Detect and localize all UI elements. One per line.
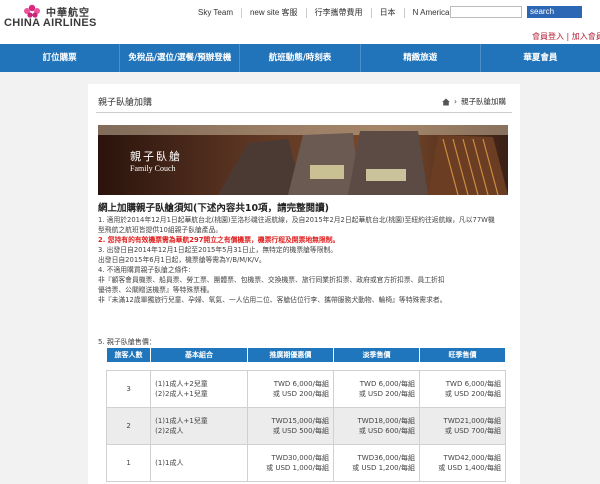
notice-line: 出發日自2015年6月1日起，機票艙等需為Y/B/M/K/V。 [98, 256, 266, 264]
family-couch-banner: 親子臥艙 Family Couch [98, 125, 508, 195]
table-row [107, 363, 506, 371]
price-usd: 或 USD 700/每組 [444, 427, 501, 435]
fees-label: 5. 親子臥艙售價： [98, 338, 156, 346]
content-panel: 親子臥艙加購 › 親子臥艙加購 親子臥艙 Family Couch 網上加購親子… [88, 84, 520, 484]
price-usd: 或 USD 200/每組 [444, 390, 501, 398]
table-header-row: 旅客人數 基本組合 推廣期優惠價 淡季售價 旺季售價 [105, 347, 507, 363]
home-icon[interactable] [442, 98, 450, 106]
price-twd: TWD 6,000/每組 [445, 380, 501, 388]
price-usd: 或 USD 1,200/每組 [352, 464, 415, 472]
nav-item-booking[interactable]: 訂位購票 [0, 44, 121, 72]
banner-title-english: Family Couch [130, 164, 176, 173]
price-usd: 或 USD 1,400/每組 [438, 464, 501, 472]
site-header: 中華航空 CHINA AIRLINES Sky Team new site 客服… [0, 0, 600, 44]
low-season-price-cell: TWD 6,000/每組 或 USD 200/每組 [332, 370, 420, 408]
notice-line: 4. 不適用購買親子臥艙之條件: [98, 266, 191, 274]
notice-line: 3. 出發日自2014年12月1日起至2015年5月31日止，無特定的機票艙等限… [98, 246, 338, 254]
baggage-fees-link[interactable]: 行李攜帶費用 [307, 8, 372, 18]
price-usd: 或 USD 200/每組 [272, 390, 329, 398]
high-season-price-cell: TWD42,000/每組 或 USD 1,400/每組 [418, 444, 507, 482]
china-airlines-logo[interactable]: 中華航空 CHINA AIRLINES [4, 4, 124, 36]
combo-line: (2)2成人 [155, 427, 184, 435]
nav-item-tours[interactable]: 精緻旅遊 [361, 44, 481, 72]
main-nav: 訂位購票 免稅品/選位/選餐/預辦登機 航班動態/時刻表 精緻旅遊 華夏會員 [0, 44, 600, 72]
notice-line: 型飛航之航班皆提供10組親子臥艙產品。 [98, 226, 223, 234]
notice-line: 非『未滿12歲單獨旅行兒童、孕婦、氧氣、一人佔用二位、客艙佔位行李、攜帶服務犬動… [98, 296, 447, 304]
column-header: 推廣期優惠價 [246, 347, 334, 363]
notice-line-highlight: 2. 您持有的有效機票需為華航297開立之有償機票，機票行程及開票地無限制。 [98, 236, 340, 244]
promo-price-cell: TWD 6,000/每組 或 USD 200/每組 [246, 370, 334, 408]
column-header: 基本組合 [150, 347, 248, 363]
price-usd: 或 USD 600/每組 [358, 427, 415, 435]
breadcrumb-separator-icon: › [454, 97, 457, 106]
search-input[interactable] [450, 6, 522, 18]
passenger-count-cell: 1 [105, 444, 152, 482]
promo-price-cell: TWD15,000/每組 或 USD 500/每組 [246, 407, 334, 445]
passenger-count-cell: 2 [105, 407, 152, 445]
nav-item-flight-status[interactable]: 航班動態/時刻表 [240, 44, 361, 72]
page-title: 親子臥艙加購 [98, 98, 153, 108]
logo-english-name: CHINA AIRLINES [4, 17, 97, 29]
table-row: 3 (1)1成人+2兒童 (2)2成人+1兒童 TWD 6,000/每組 或 U… [105, 370, 507, 408]
combo-line: (1)1成人 [155, 459, 184, 467]
plum-blossom-logo-icon [24, 4, 40, 18]
price-twd: TWD 6,000/每組 [359, 380, 415, 388]
combo-cell: (1)1成人+2兒童 (2)2成人+1兒童 [150, 370, 248, 408]
search-button[interactable]: search [527, 6, 582, 18]
notice-line: 1. 適用於2014年12月1日起華航台北(桃園)至洛杉磯往返航線，及自2015… [98, 216, 495, 224]
promo-price-cell: TWD30,000/每組 或 USD 1,000/每組 [246, 444, 334, 482]
price-twd: TWD36,000/每組 [357, 454, 415, 462]
high-season-price-cell: TWD 6,000/每組 或 USD 200/每組 [418, 370, 507, 408]
price-twd: TWD15,000/每組 [271, 417, 329, 425]
combo-line: (2)2成人+1兒童 [155, 390, 208, 398]
notice-list: 1. 適用於2014年12月1日起華航台北(桃園)至洛杉磯往返航線，及自2015… [98, 215, 510, 305]
combo-line: (1)1成人+2兒童 [155, 380, 208, 388]
column-header: 淡季售價 [332, 347, 420, 363]
low-season-price-cell: TWD18,000/每組 或 USD 600/每組 [332, 407, 420, 445]
price-twd: TWD42,000/每組 [443, 454, 501, 462]
japan-link[interactable]: 日本 [372, 8, 405, 18]
banner-title-chinese: 親子臥艙 [130, 150, 182, 163]
table-row: 2 (1)1成人+1兒童 (2)2成人 TWD15,000/每組 或 USD 5… [105, 407, 507, 445]
column-header: 旺季售價 [418, 347, 507, 363]
notice-line: 非『顧客會員機票、船員票、勞工票、團體票、包機票、交換機票、旅行同業折扣票、政府… [98, 276, 445, 284]
nav-item-services[interactable]: 免稅品/選位/選餐/預辦登機 [120, 44, 241, 72]
title-divider [96, 112, 512, 113]
price-usd: 或 USD 1,000/每組 [266, 464, 329, 472]
price-usd: 或 USD 200/每組 [358, 390, 415, 398]
combo-line: (1)1成人+1兒童 [155, 417, 208, 425]
nav-item-membership[interactable]: 華夏會員 [481, 44, 600, 72]
passenger-count-cell: 3 [105, 370, 152, 408]
combo-cell: (1)1成人+1兒童 (2)2成人 [150, 407, 248, 445]
notice-line: 優待票、公關贈送機票』等特殊票種。 [98, 286, 214, 294]
price-twd: TWD18,000/每組 [357, 417, 415, 425]
fare-table: 旅客人數 基本組合 推廣期優惠價 淡季售價 旺季售價 3 (1)1成人+2兒童 … [105, 347, 507, 482]
high-season-price-cell: TWD21,000/每組 或 USD 700/每組 [418, 407, 507, 445]
combo-cell: (1)1成人 [150, 444, 248, 482]
new-site-link[interactable]: new site 客服 [242, 8, 307, 18]
notice-heading: 網上加購親子臥艙須知(下述內容共10項，請完整閱讀) [98, 203, 329, 214]
price-twd: TWD30,000/每組 [271, 454, 329, 462]
price-twd: TWD21,000/每組 [443, 417, 501, 425]
skyteam-link[interactable]: Sky Team [190, 8, 242, 18]
low-season-price-cell: TWD36,000/每組 或 USD 1,200/每組 [332, 444, 420, 482]
breadcrumb-current: 親子臥艙加購 [461, 97, 506, 106]
price-usd: 或 USD 500/每組 [272, 427, 329, 435]
price-twd: TWD 6,000/每組 [273, 380, 329, 388]
column-header: 旅客人數 [105, 347, 152, 363]
table-row: 1 (1)1成人 TWD30,000/每組 或 USD 1,000/每組 TWD… [105, 444, 507, 482]
top-links: Sky Team new site 客服 行李攜帶費用 日本 N America [190, 6, 457, 20]
member-login-link[interactable]: 會員登入 | 加入會員 [532, 31, 600, 42]
breadcrumb: › 親子臥艙加購 [442, 96, 506, 107]
